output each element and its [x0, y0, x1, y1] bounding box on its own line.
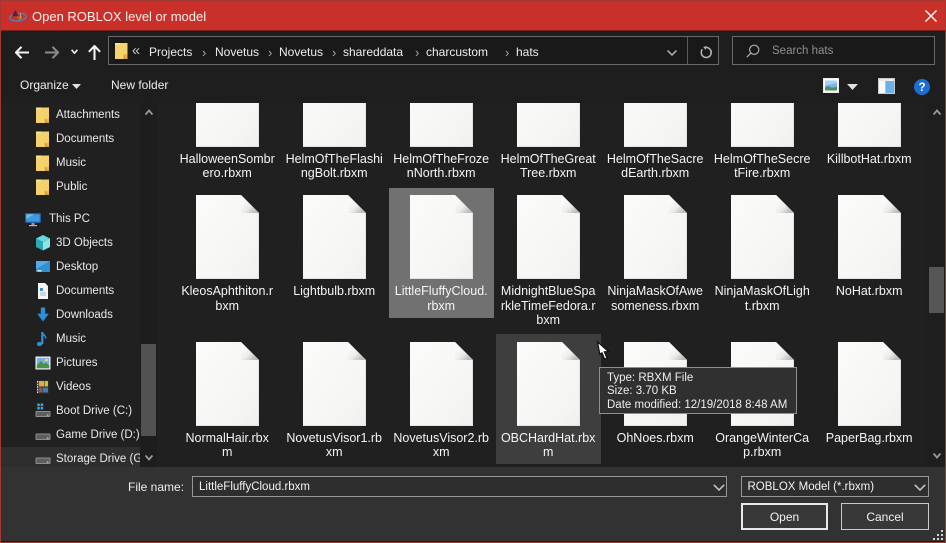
svg-text:?: ? — [918, 82, 925, 94]
